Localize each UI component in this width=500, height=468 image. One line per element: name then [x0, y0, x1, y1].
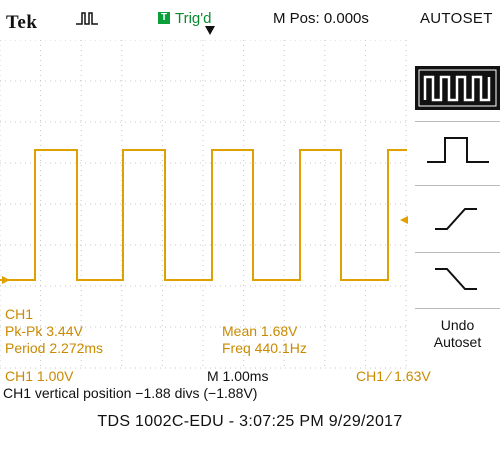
- screenshot-caption: TDS 1002C-EDU - 3:07:25 PM 9/29/2017: [97, 413, 403, 430]
- trigger-position-marker: [205, 26, 215, 35]
- time-scale: M 1.00ms: [207, 368, 269, 384]
- vertical-position-message: CH1 vertical position −1.88 divs (−1.88V…: [3, 385, 258, 401]
- ch1-ground-marker: [2, 276, 10, 284]
- menu-option-rising-edge[interactable]: [415, 195, 500, 239]
- ch1-scale: CH1 1.00V: [5, 368, 74, 384]
- trigger-badge: T: [158, 12, 170, 24]
- measure-period: Period 2.272ms: [5, 340, 104, 356]
- falling-edge-icon: [435, 268, 477, 290]
- undo-autoset-button[interactable]: Undo Autoset: [415, 317, 500, 351]
- menu-option-single-pulse[interactable]: [415, 128, 500, 172]
- single-pulse-icon: [427, 137, 489, 163]
- measure-frequency: Freq 440.1Hz: [222, 340, 307, 356]
- status-bar: Tek T Trig'd M Pos: 0.000s AUTOSET: [0, 0, 500, 40]
- tek-logo: Tek: [6, 12, 38, 33]
- measure-pk-pk: Pk-Pk 3.44V: [5, 323, 83, 339]
- measure-mean: Mean 1.68V: [222, 323, 298, 339]
- rising-edge-icon: [435, 208, 477, 230]
- autoset-label: Autoset: [433, 334, 482, 350]
- graticule-grid: [0, 39, 408, 369]
- trigger-level-readout: CH1 ⁄ 1.63V: [356, 368, 431, 384]
- menu-title: AUTOSET: [420, 10, 493, 27]
- menu-option-falling-edge[interactable]: [415, 255, 500, 299]
- menu-option-square-wave[interactable]: [415, 66, 500, 110]
- trigger-status: Trig'd: [175, 10, 212, 27]
- trigger-level-marker: [400, 216, 408, 224]
- waveform-display: CH1 Pk-Pk 3.44V Period 2.272ms Mean 1.68…: [0, 39, 414, 370]
- pulse-acquire-icon: [76, 12, 98, 25]
- undo-label: Undo: [440, 317, 475, 333]
- square-wave-icon: [415, 66, 500, 110]
- main-position: M Pos: 0.000s: [273, 10, 369, 27]
- measure-ch1-label: CH1: [5, 306, 34, 322]
- autoset-menu: Undo Autoset: [415, 40, 500, 371]
